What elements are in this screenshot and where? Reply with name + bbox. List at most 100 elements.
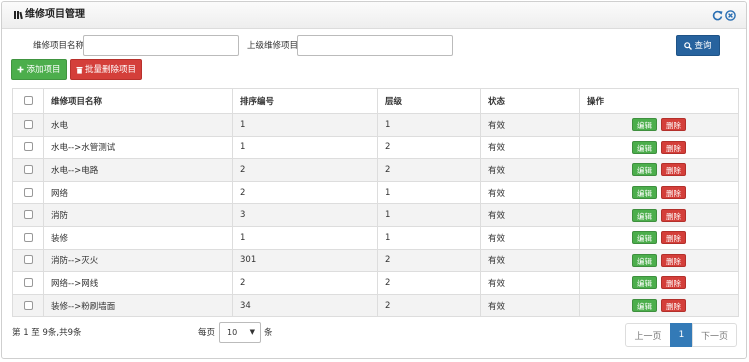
- next-page-button[interactable]: 下一页: [692, 323, 737, 347]
- edit-button[interactable]: 编辑: [632, 140, 657, 154]
- row-checkbox[interactable]: [23, 187, 33, 197]
- delete-button[interactable]: 删除: [661, 118, 686, 132]
- cell-status: 有效: [480, 180, 580, 205]
- cell-order: 1: [232, 113, 378, 137]
- project-name-label: 维修项目名称: [33, 41, 85, 51]
- table-row: 消防-->灭火 301 2 有效 编辑 删除: [12, 248, 739, 273]
- pagination-info: 第 1 至 9条,共9条: [12, 328, 82, 338]
- table-row: 水电-->电路 2 2 有效 编辑 删除: [12, 158, 739, 182]
- row-checkbox[interactable]: [23, 142, 33, 152]
- cell-order: 2: [232, 158, 378, 182]
- table-row: 水电-->水管测试 1 2 有效 编辑 删除: [12, 135, 739, 160]
- cell-name: 水电: [43, 113, 233, 137]
- edit-button[interactable]: 编辑: [632, 299, 657, 313]
- cell-actions: 编辑 删除: [579, 225, 739, 250]
- table-row: 网络 2 1 有效 编辑 删除: [12, 180, 739, 205]
- close-icon[interactable]: [725, 10, 736, 21]
- edit-button[interactable]: 编辑: [632, 276, 657, 290]
- cell-actions: 编辑 删除: [579, 158, 739, 182]
- plus-icon: [17, 66, 24, 73]
- cell-name: 水电-->电路: [43, 158, 233, 182]
- cell-level: 2: [377, 158, 481, 182]
- cell-actions: 编辑 删除: [579, 113, 739, 137]
- cell-status: 有效: [480, 158, 580, 182]
- refresh-icon[interactable]: [712, 10, 723, 21]
- cell-order: 2: [232, 180, 378, 205]
- cell-level: 2: [377, 271, 481, 295]
- cell-level: 2: [377, 248, 481, 273]
- edit-button[interactable]: 编辑: [632, 186, 657, 200]
- pagination: 上一页 1 下一页: [625, 323, 737, 347]
- cell-level: 1: [377, 180, 481, 205]
- batch-delete-button[interactable]: 批量删除项目: [70, 59, 142, 80]
- delete-button[interactable]: 删除: [661, 231, 686, 245]
- prev-page-button[interactable]: 上一页: [625, 323, 671, 347]
- row-checkbox[interactable]: [23, 232, 33, 242]
- cell-name: 消防: [43, 203, 233, 227]
- cell-name: 网络-->网线: [43, 271, 233, 295]
- parent-project-input[interactable]: [297, 35, 453, 56]
- project-table: 维修项目名称 排序编号 层级 状态 操作 水电 1 1 有效 编辑 删除 水电--…: [12, 88, 739, 318]
- header-actions: 操作: [579, 88, 739, 114]
- query-button[interactable]: 查询: [676, 35, 720, 56]
- cell-name: 网络: [43, 180, 233, 205]
- delete-button[interactable]: 删除: [661, 276, 686, 290]
- cell-status: 有效: [480, 271, 580, 295]
- row-checkbox[interactable]: [23, 210, 33, 220]
- edit-button[interactable]: 编辑: [632, 231, 657, 245]
- current-page-button[interactable]: 1: [670, 323, 693, 347]
- row-checkbox[interactable]: [23, 119, 33, 129]
- cell-order: 3: [232, 203, 378, 227]
- cell-actions: 编辑 删除: [579, 293, 739, 318]
- select-all-checkbox[interactable]: [23, 96, 33, 105]
- batch-delete-label: 批量删除项目: [84, 64, 136, 75]
- list-icon: [14, 10, 24, 20]
- cell-name: 装修: [43, 225, 233, 250]
- edit-button[interactable]: 编辑: [632, 118, 657, 132]
- cell-actions: 编辑 删除: [579, 203, 739, 227]
- delete-button[interactable]: 删除: [661, 163, 686, 177]
- table-header-row: 维修项目名称 排序编号 层级 状态 操作: [12, 88, 739, 114]
- cell-level: 2: [377, 135, 481, 160]
- table-row: 装修 1 1 有效 编辑 删除: [12, 225, 739, 250]
- parent-project-label: 上级维修项目: [247, 41, 299, 51]
- header-name[interactable]: 维修项目名称: [43, 88, 233, 114]
- edit-button[interactable]: 编辑: [632, 253, 657, 267]
- cell-actions: 编辑 删除: [579, 180, 739, 205]
- header-status[interactable]: 状态: [480, 88, 580, 114]
- header-level[interactable]: 层级: [377, 88, 481, 114]
- caret-down-icon: ▼: [249, 328, 255, 336]
- edit-button[interactable]: 编辑: [632, 208, 657, 222]
- delete-button[interactable]: 删除: [661, 140, 686, 154]
- project-name-input[interactable]: [83, 35, 239, 56]
- cell-status: 有效: [480, 248, 580, 273]
- row-checkbox[interactable]: [23, 300, 33, 310]
- cell-name: 装修-->粉刷墙面: [43, 293, 233, 318]
- row-checkbox[interactable]: [23, 277, 33, 287]
- delete-button[interactable]: 删除: [661, 208, 686, 222]
- cell-name: 消防-->灭火: [43, 248, 233, 273]
- per-page-prefix: 每页: [198, 328, 216, 338]
- cell-level: 2: [377, 293, 481, 318]
- panel-header: 维修项目管理: [2, 2, 746, 29]
- cell-order: 2: [232, 271, 378, 295]
- cell-order: 34: [232, 293, 378, 318]
- table-row: 水电 1 1 有效 编辑 删除: [12, 113, 739, 137]
- row-checkbox[interactable]: [23, 255, 33, 265]
- table-row: 网络-->网线 2 2 有效 编辑 删除: [12, 271, 739, 295]
- cell-status: 有效: [480, 113, 580, 137]
- cell-actions: 编辑 删除: [579, 135, 739, 160]
- header-order[interactable]: 排序编号: [232, 88, 378, 114]
- cell-level: 1: [377, 113, 481, 137]
- delete-button[interactable]: 删除: [661, 186, 686, 200]
- delete-button[interactable]: 删除: [661, 253, 686, 267]
- row-checkbox[interactable]: [23, 164, 33, 174]
- per-page-select[interactable]: 10 ▼: [219, 322, 261, 343]
- add-project-button[interactable]: 添加项目: [11, 59, 67, 80]
- cell-status: 有效: [480, 293, 580, 318]
- cell-status: 有效: [480, 203, 580, 227]
- panel-title: 维修项目管理: [25, 9, 85, 20]
- delete-button[interactable]: 删除: [661, 299, 686, 313]
- edit-button[interactable]: 编辑: [632, 163, 657, 177]
- table-row: 消防 3 1 有效 编辑 删除: [12, 203, 739, 227]
